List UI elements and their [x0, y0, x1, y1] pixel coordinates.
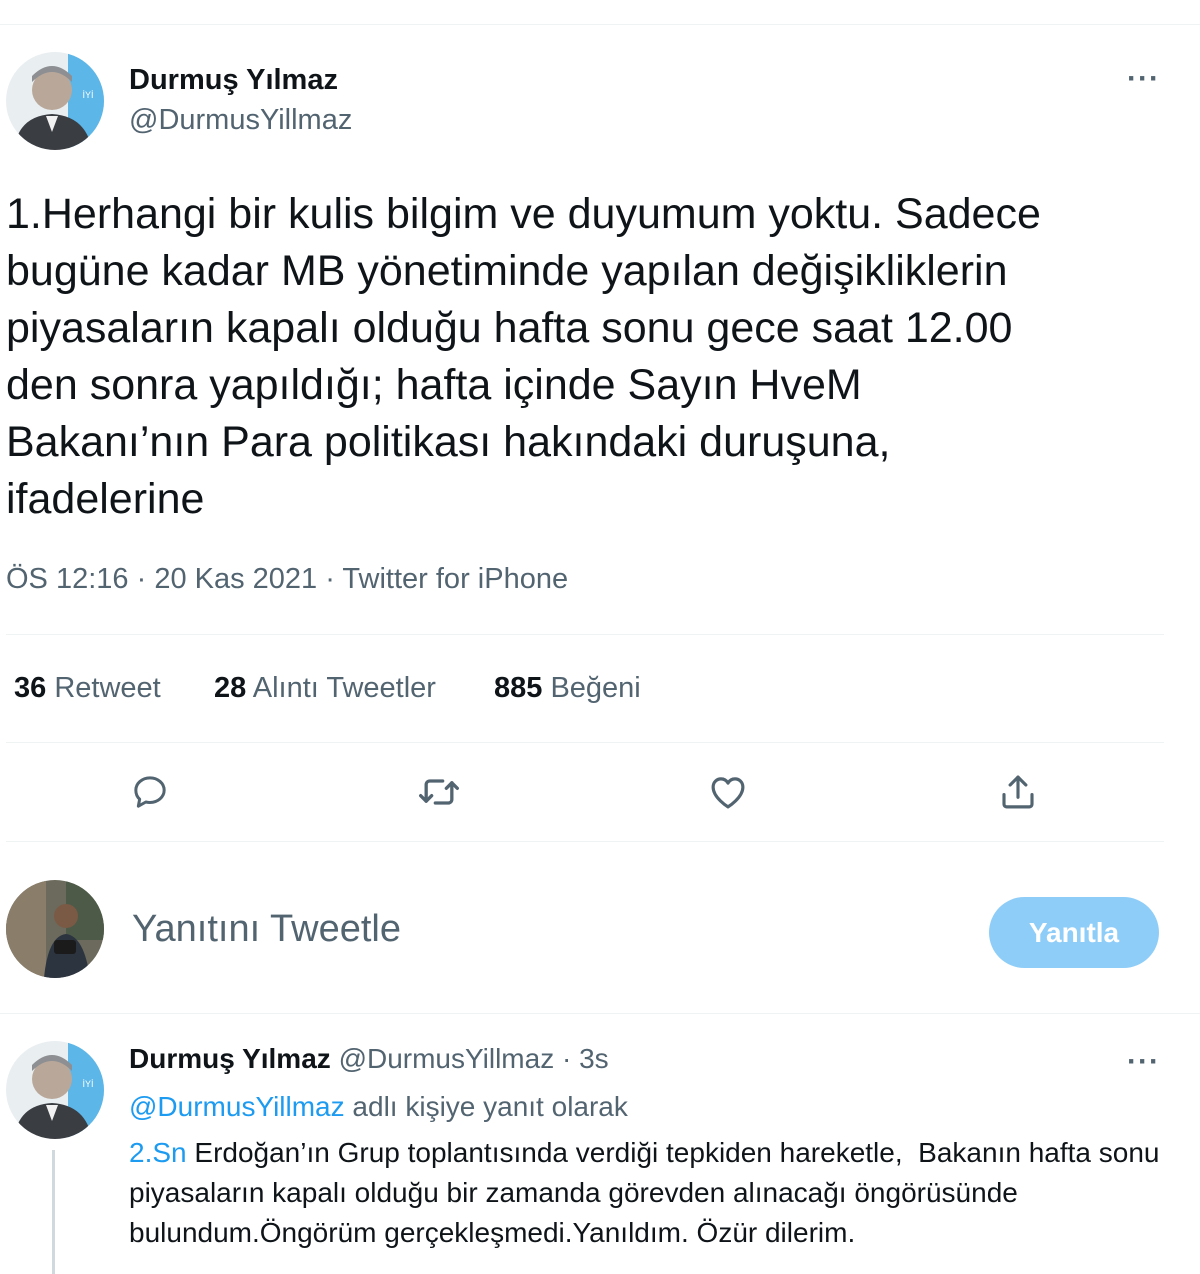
reply-more-options-icon[interactable]: ···	[1127, 1045, 1160, 1079]
reply-author-avatar[interactable]: İYİ	[6, 1041, 104, 1139]
author-avatar[interactable]: İYİ	[6, 52, 104, 150]
divider	[6, 634, 1164, 635]
author-name[interactable]: Durmuş Yılmaz	[129, 64, 338, 97]
replying-to: @DurmusYillmaz adlı kişiye yanıt olarak	[129, 1091, 628, 1123]
reply-text-link[interactable]: 2.Sn	[129, 1137, 187, 1168]
reply-submit-button[interactable]: Yanıtla	[989, 897, 1159, 968]
reply-button[interactable]	[120, 762, 180, 822]
reply-dot: ·	[554, 1043, 580, 1074]
like-count: 885	[494, 672, 543, 704]
reply-input[interactable]: Yanıtını Tweetle	[132, 908, 401, 951]
like-stat[interactable]: 885 Beğeni	[494, 672, 641, 705]
divider	[6, 841, 1164, 842]
meta-separator: ·	[317, 563, 343, 595]
more-options-icon[interactable]: ···	[1127, 62, 1160, 96]
user-avatar[interactable]	[6, 880, 104, 978]
share-icon	[1002, 775, 1034, 809]
retweet-icon	[419, 779, 459, 805]
retweet-stat[interactable]: 36 Retweet	[14, 672, 161, 705]
meta-separator: ·	[128, 563, 155, 595]
thread-line	[52, 1150, 55, 1274]
party-badge: İYİ	[82, 90, 93, 100]
tweet-date[interactable]: 20 Kas 2021	[154, 563, 317, 595]
top-border	[0, 24, 1200, 25]
party-badge: İYİ	[82, 1079, 93, 1089]
reply-header: Durmuş Yılmaz @DurmusYillmaz · 3s	[129, 1043, 609, 1075]
reply-text-body: Erdoğan’ın Grup toplantısında verdiği te…	[129, 1137, 1168, 1248]
quote-stat[interactable]: 28 Alıntı Tweetler	[214, 672, 436, 705]
quote-count: 28	[214, 672, 247, 704]
divider	[6, 742, 1164, 743]
reply-author-name[interactable]: Durmuş Yılmaz	[129, 1043, 331, 1074]
replying-to-suffix: adlı kişiye yanıt olarak	[344, 1091, 628, 1122]
tweet-time[interactable]: ÖS 12:16	[6, 563, 129, 595]
like-label: Beğeni	[550, 672, 641, 704]
tweet-text: 1.Herhangi bir kulis bilgim ve duyumum y…	[6, 190, 1041, 523]
reply-icon	[134, 776, 166, 808]
quote-label: Alıntı Tweetler	[252, 672, 436, 704]
replying-to-handle[interactable]: @DurmusYillmaz	[129, 1091, 345, 1122]
share-button[interactable]	[988, 762, 1048, 822]
retweet-label: Retweet	[54, 672, 161, 704]
reply-author-handle[interactable]: @DurmusYillmaz	[339, 1043, 555, 1074]
tweet-source[interactable]: Twitter for iPhone	[342, 563, 568, 595]
like-icon	[711, 777, 745, 809]
reply-time[interactable]: 3s	[579, 1043, 609, 1074]
tweet-meta: ÖS 12:16 · 20 Kas 2021 · Twitter for iPh…	[6, 563, 568, 596]
author-handle[interactable]: @DurmusYillmaz	[129, 104, 352, 137]
retweet-button[interactable]	[409, 762, 469, 822]
like-button[interactable]	[698, 762, 758, 822]
retweet-count: 36	[14, 672, 47, 704]
divider	[0, 1013, 1200, 1014]
reply-text: 2.Sn Erdoğan’ın Grup toplantısında verdi…	[129, 1133, 1169, 1253]
